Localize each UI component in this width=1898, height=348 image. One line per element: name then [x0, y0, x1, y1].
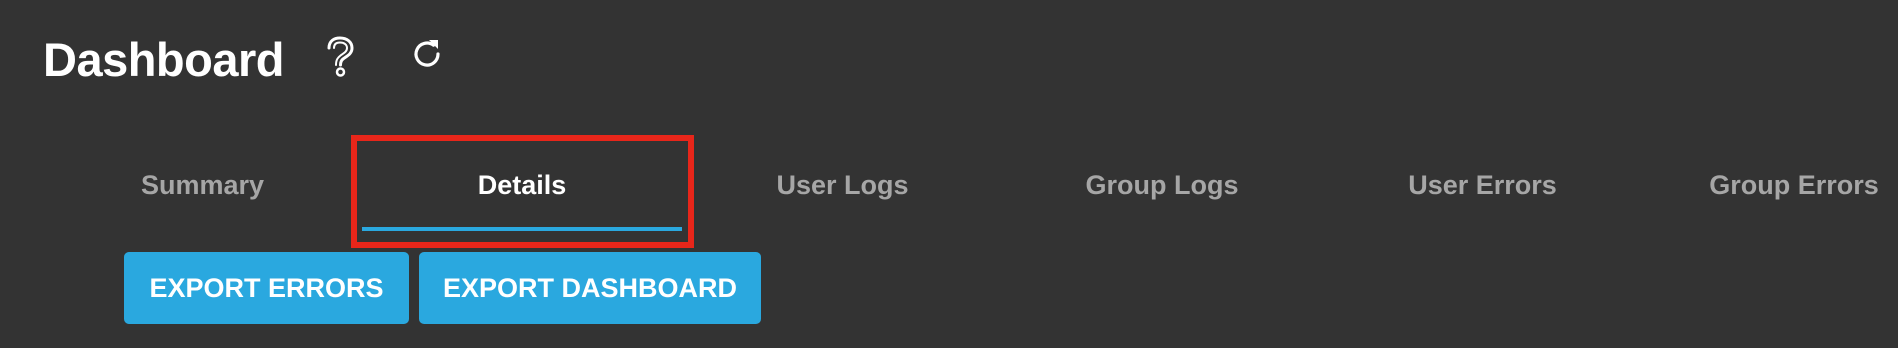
- export-dashboard-button[interactable]: EXPORT DASHBOARD: [419, 252, 761, 324]
- page-header: Dashboard: [43, 30, 285, 90]
- help-icon-glyph: [327, 36, 354, 77]
- help-icon[interactable]: [319, 35, 361, 77]
- refresh-icon-glyph: [414, 40, 440, 67]
- tab-group-logs[interactable]: Group Logs: [1052, 150, 1272, 220]
- refresh-icon[interactable]: [406, 33, 448, 75]
- tab-bar: Summary Details User Logs Group Logs Use…: [0, 150, 1898, 231]
- tab-group-errors[interactable]: Group Errors: [1690, 150, 1898, 220]
- tab-details[interactable]: Details: [362, 150, 682, 220]
- tab-summary[interactable]: Summary: [100, 150, 305, 220]
- export-errors-button[interactable]: EXPORT ERRORS: [124, 252, 409, 324]
- active-tab-indicator: [362, 227, 682, 231]
- tab-user-errors[interactable]: User Errors: [1370, 150, 1595, 220]
- page-title: Dashboard: [43, 33, 285, 86]
- action-bar: EXPORT ERRORS EXPORT DASHBOARD: [124, 252, 761, 324]
- tab-user-logs[interactable]: User Logs: [740, 150, 945, 220]
